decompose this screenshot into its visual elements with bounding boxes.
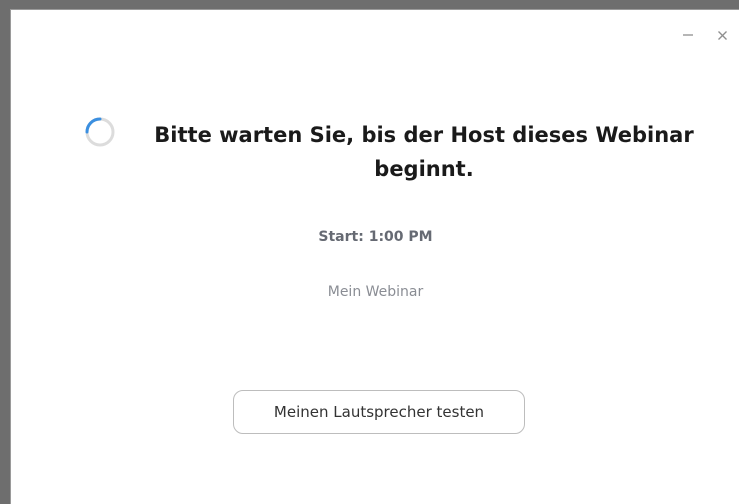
test-speaker-button[interactable]: Meinen Lautsprecher testen xyxy=(233,390,525,434)
close-button[interactable] xyxy=(715,28,729,42)
page-title: Bitte warten Sie, bis der Host dieses We… xyxy=(129,118,719,186)
window-controls xyxy=(681,28,729,42)
minimize-button[interactable] xyxy=(681,28,695,42)
waiting-room-window: Bitte warten Sie, bis der Host dieses We… xyxy=(10,9,739,504)
webinar-name: Mein Webinar xyxy=(327,284,424,300)
title-line-1: Bitte warten Sie, bis der Host dieses We… xyxy=(154,123,694,147)
start-time: Start: 1:00 PM xyxy=(318,229,433,245)
loading-spinner-icon xyxy=(85,117,115,147)
minimize-icon xyxy=(683,34,693,36)
close-icon xyxy=(717,30,727,40)
title-line-2: beginnt. xyxy=(374,157,474,181)
